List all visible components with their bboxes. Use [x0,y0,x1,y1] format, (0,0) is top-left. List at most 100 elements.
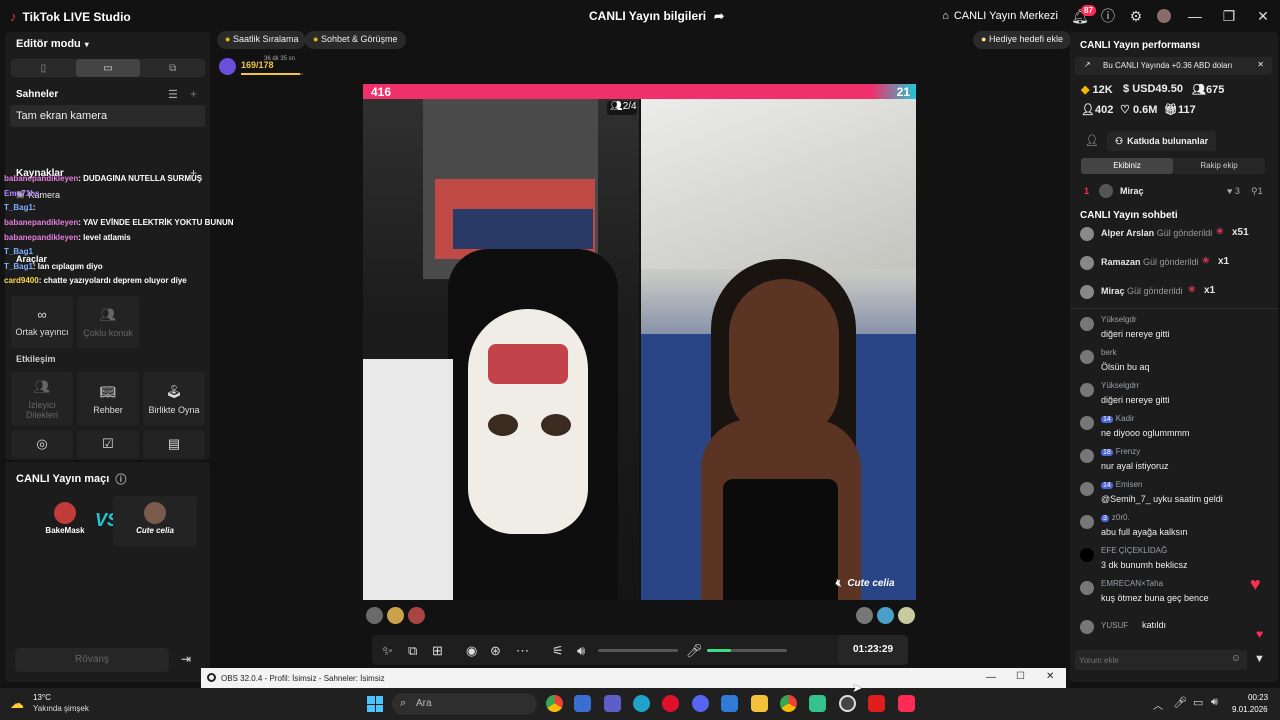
folder-icon[interactable] [751,695,768,712]
live-center-button[interactable]: ⌂ CANLI Yayın Merkezi [942,10,1058,22]
clock-time[interactable]: 00:23 [1248,693,1268,702]
comment-field[interactable] [1079,653,1219,667]
tray-chevron-icon[interactable]: ︿ [1153,697,1163,712]
tool-more-1[interactable]: ◎ [11,430,73,458]
close-icon[interactable]: ✕ [1257,60,1264,69]
comment-input[interactable]: ☺ [1075,650,1247,670]
dual-option[interactable]: ⧉ [140,59,205,77]
chrome-icon[interactable] [546,695,563,712]
minimize-icon[interactable]: — [986,672,996,683]
avatar [144,502,166,524]
search-icon: ⌕ [400,697,407,709]
tool-co-host[interactable]: ∞ Ortak yayıncı [11,296,73,348]
speaker-icon[interactable]: 🔊︎ [577,643,585,659]
store-icon[interactable] [574,695,591,712]
screen-share-icon[interactable]: ⧉ [408,643,417,659]
gift-goal-button[interactable]: ● Hediye hedefi ekle [973,31,1072,49]
add-user-icon[interactable]: 👤︎ [1085,134,1099,147]
tiktok-live-icon[interactable] [898,695,915,712]
add-scene-icon[interactable]: + [190,87,197,101]
windows-start-icon[interactable] [367,696,383,712]
live-match-panel: CANLI Yayın maçı ⓘ BakeMask VS Cute celi… [5,462,210,682]
profile-avatar-button[interactable] [1150,2,1178,30]
match-title: CANLI Yayın maçı ⓘ [16,471,126,487]
users-icon: 👥︎ [99,306,117,322]
camera-settings-icon[interactable]: ⊛ [490,643,501,659]
effects-icon[interactable]: ✨︎ [382,643,393,659]
live-info-button[interactable]: CANLI Yayın bilgileri ➦ [589,9,724,23]
search-box[interactable]: ⌕ Ara [392,693,537,715]
close-button[interactable]: ✕ [1246,2,1280,30]
maximize-button[interactable]: ❐ [1212,2,1246,30]
tool-multi-guest[interactable]: 👥︎ Çoklu konuk [77,296,139,348]
avatar[interactable] [877,607,894,624]
scene-item[interactable]: Tam ekran kamera [10,105,205,127]
live-preview: 416 21 👥︎2/4 9s 🔇︎ Cute celia [363,84,916,600]
tool-guide[interactable]: 📖︎ Rehber [77,372,139,426]
help-icon[interactable]: ⓘ [115,471,126,487]
mute-icon[interactable]: 🔇︎ [835,578,841,589]
adjust-icon[interactable]: ⚟ [552,643,564,659]
landscape-option[interactable]: ▭ [75,59,141,77]
editor-mode-dropdown[interactable]: Editör modu ▾ [16,38,89,50]
app-icon[interactable] [809,695,826,712]
contributor-name: Miraç [1120,186,1144,196]
clock-date[interactable]: 9.01.2026 [1232,705,1268,714]
tool-more-2[interactable]: ☑ [77,430,139,458]
avatar[interactable] [408,607,425,624]
minimize-button[interactable]: — [1178,2,1212,30]
tool-play-together[interactable]: 🕹︎ Birlikte Oyna [143,372,205,426]
hourly-ranking-pill[interactable]: ● Saatlik Sıralama [217,31,307,49]
emoji-icon[interactable]: ☺ [1231,653,1241,664]
tool-viewer-wishes[interactable]: 👥︎ İzleyici Dilekleri [11,372,73,426]
match-right-card[interactable]: Cute celia [113,496,197,546]
opera-icon[interactable] [662,695,679,712]
help-icon: ⓘ [1101,8,1115,24]
settings-button[interactable]: ⚙ [1122,2,1150,30]
tool-more-3[interactable]: ▤ [143,430,205,458]
edge-icon[interactable] [633,695,650,712]
top-gifters-left [366,607,425,624]
maximize-icon[interactable]: ☐ [1016,671,1025,682]
close-icon[interactable]: ✕ [1046,671,1054,682]
level-badge: 14 [1101,482,1113,489]
obs-icon[interactable] [839,695,856,712]
teams-icon[interactable] [604,695,621,712]
network-icon[interactable]: ▭ [1193,696,1203,709]
youtube-icon[interactable] [868,695,885,712]
filter-icon[interactable]: ▼ [1254,653,1265,665]
avatar [54,502,76,524]
microphone-icon[interactable]: 🎤︎ [1173,696,1187,709]
obs-window-bar[interactable]: OBS 32.0.4 - Profil: İsimsiz - Sahneler:… [201,668,1066,688]
avatar[interactable] [387,607,404,624]
volume-slider[interactable] [598,649,678,652]
gift-message: Alper Arslan Gül gönderildi ❀ x51 [1080,225,1270,245]
mail-icon[interactable] [721,695,738,712]
chrome-icon[interactable] [780,695,797,712]
notifications-button[interactable]: 🔔︎ 87 [1066,2,1096,30]
discord-icon[interactable] [692,695,709,712]
help-button[interactable]: ⓘ [1094,2,1122,30]
weather-widget[interactable]: ☁ 13°C Yakında şimşek [10,692,100,716]
portrait-option[interactable]: ▯ [11,59,76,77]
tab-team[interactable]: Ekibiniz [1081,158,1173,174]
record-icon[interactable]: ◉ [466,643,477,659]
orientation-selector: ▯ ▭ ⧉ [11,59,205,77]
app-name: TikTok LIVE Studio [22,9,131,24]
tab-rival[interactable]: Rakip ekip [1173,158,1265,174]
mic-slider[interactable] [707,649,787,652]
volume-icon[interactable]: 🔊︎ [1211,696,1218,709]
microphone-icon[interactable]: 🎤︎ [686,643,703,659]
rematch-button[interactable]: Rövanş [15,648,169,672]
level-badge: 14 [1101,416,1113,423]
top-contributor-row[interactable]: 1 Miraç ♥ 3 ⚲1 [1081,183,1271,201]
chat-call-pill[interactable]: ● Sohbet & Görüşme [305,31,406,49]
avatar[interactable] [366,607,383,624]
list-icon[interactable]: ☰ [168,88,178,101]
contributors-button[interactable]: ⚇ Katkıda bulunanlar [1107,131,1217,151]
exit-match-icon[interactable]: ⇥ [181,652,191,666]
avatar[interactable] [856,607,873,624]
layout-icon[interactable]: ⊞ [432,643,443,659]
more-icon[interactable]: ⋯ [516,643,529,659]
avatar[interactable] [898,607,915,624]
